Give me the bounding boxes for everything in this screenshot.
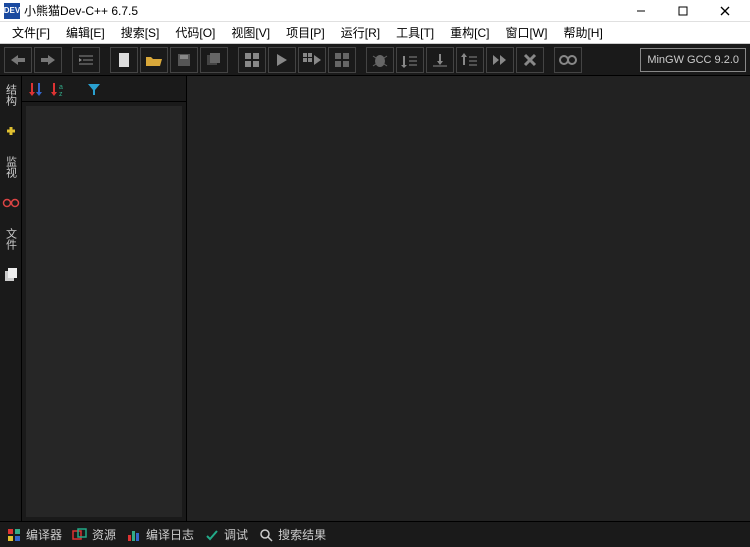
menu-search[interactable]: 搜索[S] [115,22,166,43]
menu-tools[interactable]: 工具[T] [390,22,440,43]
indent-button[interactable] [72,47,100,73]
minimize-button[interactable] [620,0,662,22]
debug-button[interactable] [366,47,394,73]
gutter-tab-files[interactable]: 文件 [1,224,21,254]
gutter-tab-structure[interactable]: 结构 [1,80,21,110]
open-file-button[interactable] [140,47,168,73]
compiler-profile-select[interactable]: MinGW GCC 9.2.0 [640,48,746,72]
window-title: 小熊猫Dev-C++ 6.7.5 [24,2,138,19]
left-gutter: 结构 监视 文件 [0,76,22,521]
stop-button[interactable] [516,47,544,73]
bottom-tab-search-label: 搜索结果 [278,526,326,543]
forward-button[interactable] [34,47,62,73]
watch-glasses-icon[interactable] [2,194,20,212]
main-toolbar: MinGW GCC 9.2.0 [0,44,750,76]
sort-alpha-icon[interactable]: az [50,81,66,97]
sort-inherit-icon[interactable] [28,81,44,97]
menu-window[interactable]: 窗口[W] [499,22,553,43]
main-area: 结构 监视 文件 az [0,76,750,521]
menu-edit[interactable]: 编辑[E] [60,22,111,43]
step-out-button[interactable] [456,47,484,73]
side-panel: az [22,76,187,521]
compile-button[interactable] [238,47,266,73]
save-button[interactable] [170,47,198,73]
menu-run[interactable]: 运行[R] [335,22,386,43]
bottom-tab-debug[interactable]: 调试 [204,526,248,543]
back-button[interactable] [4,47,32,73]
bottom-tab-log-label: 编译日志 [146,526,194,543]
grid-icon [6,527,22,543]
bottom-bar: 编译器 资源 编译日志 调试 搜索结果 [0,521,750,547]
svg-text:a: a [59,84,63,91]
new-file-button[interactable] [110,47,138,73]
step-over-button[interactable] [396,47,424,73]
side-panel-toolbar: az [22,76,186,102]
compile-run-button[interactable] [298,47,326,73]
resources-icon [72,527,88,543]
title-bar: DEV 小熊猫Dev-C++ 6.7.5 [0,0,750,22]
bottom-tab-log[interactable]: 编译日志 [126,526,194,543]
maximize-button[interactable] [662,0,704,22]
side-panel-body [26,106,182,517]
files-icon[interactable] [2,266,20,284]
bottom-tab-debug-label: 调试 [224,526,248,543]
watch-button[interactable] [554,47,582,73]
bottom-tab-compiler-label: 编译器 [26,526,62,543]
menu-refactor[interactable]: 重构[C] [444,22,495,43]
menu-view[interactable]: 视图[V] [225,22,276,43]
bars-icon [126,527,142,543]
bottom-tab-search[interactable]: 搜索结果 [258,526,326,543]
continue-button[interactable] [486,47,514,73]
gutter-tab-watch[interactable]: 监视 [1,152,21,182]
menu-project[interactable]: 项目[P] [280,22,331,43]
bottom-tab-resources-label: 资源 [92,526,116,543]
svg-text:z: z [59,91,63,97]
close-button[interactable] [704,0,746,22]
menu-bar: 文件[F] 编辑[E] 搜索[S] 代码[O] 视图[V] 项目[P] 运行[R… [0,22,750,44]
editor-area[interactable] [187,76,750,521]
add-class-icon[interactable] [2,122,20,140]
bottom-tab-compiler[interactable]: 编译器 [6,526,62,543]
filter-icon[interactable] [86,81,102,97]
app-icon: DEV [4,3,20,19]
menu-file[interactable]: 文件[F] [6,22,56,43]
run-button[interactable] [268,47,296,73]
search-icon [258,527,274,543]
menu-code[interactable]: 代码[O] [169,22,221,43]
rebuild-button[interactable] [328,47,356,73]
menu-help[interactable]: 帮助[H] [557,22,608,43]
bottom-tab-resources[interactable]: 资源 [72,526,116,543]
save-all-button[interactable] [200,47,228,73]
check-icon [204,527,220,543]
step-into-button[interactable] [426,47,454,73]
